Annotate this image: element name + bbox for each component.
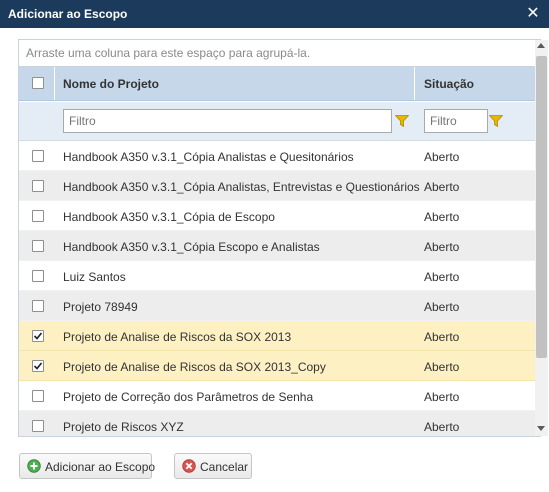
funnel-icon[interactable]	[489, 115, 503, 127]
status-cell: Aberto	[424, 300, 460, 314]
table-row[interactable]: Handbook A350 v.3.1_Cópia de Escopo Aber…	[19, 201, 538, 231]
status-cell: Aberto	[424, 390, 460, 404]
status-cell: Aberto	[424, 240, 460, 254]
project-name-cell: Projeto de Riscos XYZ	[63, 420, 184, 434]
dialog-title: Adicionar ao Escopo	[8, 7, 128, 21]
header-checkbox-cell	[19, 67, 55, 100]
status-cell: Aberto	[424, 180, 460, 194]
project-name-filter-input[interactable]	[63, 109, 392, 133]
table-row-selected[interactable]: Projeto de Analise de Riscos da SOX 2013…	[19, 351, 538, 381]
project-name-cell: Projeto 78949	[63, 300, 138, 314]
row-checkbox[interactable]	[32, 150, 44, 162]
checkmark-icon	[33, 362, 43, 370]
table-row[interactable]: Handbook A350 v.3.1_Cópia Analistas, Ent…	[19, 171, 538, 201]
project-name-cell: Luiz Santos	[63, 270, 126, 284]
table-row-selected[interactable]: Projeto de Analise de Riscos da SOX 2013…	[19, 321, 538, 351]
row-checkbox[interactable]	[32, 240, 44, 252]
status-cell: Aberto	[424, 270, 460, 284]
grid-header: Nome do Projeto Situação	[19, 67, 538, 101]
cancel-label: Cancelar	[200, 460, 249, 474]
column-header-status[interactable]: Situação	[416, 67, 538, 100]
close-icon[interactable]: ✕	[525, 4, 541, 22]
add-to-scope-label: Adicionar ao Escopo	[45, 460, 156, 474]
dialog-titlebar: Adicionar ao Escopo ✕	[0, 0, 549, 28]
row-checkbox[interactable]	[32, 210, 44, 222]
status-cell: Aberto	[424, 330, 460, 344]
vertical-scrollbar[interactable]	[535, 40, 548, 436]
table-row[interactable]: Luiz Santos Aberto	[19, 261, 538, 291]
column-header-project-name[interactable]: Nome do Projeto	[55, 67, 415, 100]
project-name-cell: Handbook A350 v.3.1_Cópia Analistas e Qu…	[63, 150, 354, 164]
funnel-icon[interactable]	[395, 115, 409, 127]
filter-row	[19, 102, 538, 141]
group-panel-hint: Arraste uma coluna para este espaço para…	[26, 46, 311, 60]
row-checkbox-checked[interactable]	[32, 360, 44, 372]
row-checkbox[interactable]	[32, 390, 44, 402]
group-panel[interactable]: Arraste uma coluna para este espaço para…	[19, 40, 538, 67]
status-cell: Aberto	[424, 150, 460, 164]
scroll-down-arrow-icon[interactable]	[537, 426, 545, 431]
status-filter-input[interactable]	[424, 109, 488, 133]
row-checkbox[interactable]	[32, 300, 44, 312]
project-name-cell: Handbook A350 v.3.1_Cópia Analistas, Ent…	[63, 180, 420, 194]
grid-rows: Handbook A350 v.3.1_Cópia Analistas e Qu…	[19, 141, 538, 436]
x-circle-icon	[182, 459, 196, 473]
plus-circle-icon	[27, 459, 41, 473]
column-header-status-label: Situação	[424, 77, 475, 91]
project-name-cell: Handbook A350 v.3.1_Cópia Escopo e Anali…	[63, 240, 320, 254]
status-cell: Aberto	[424, 210, 460, 224]
row-checkbox[interactable]	[32, 420, 44, 432]
status-cell: Aberto	[424, 360, 460, 374]
column-header-project-name-label: Nome do Projeto	[63, 77, 160, 91]
scroll-up-arrow-icon[interactable]	[537, 43, 545, 48]
table-row[interactable]: Handbook A350 v.3.1_Cópia Analistas e Qu…	[19, 141, 538, 171]
checkmark-icon	[33, 332, 43, 340]
table-row[interactable]: Projeto de Correção dos Parâmetros de Se…	[19, 381, 538, 411]
project-name-cell: Projeto de Analise de Riscos da SOX 2013	[63, 330, 292, 344]
table-row[interactable]: Projeto 78949 Aberto	[19, 291, 538, 321]
project-name-cell: Handbook A350 v.3.1_Cópia de Escopo	[63, 210, 275, 224]
table-row[interactable]: Projeto de Riscos XYZ Aberto	[19, 411, 538, 436]
row-checkbox[interactable]	[32, 180, 44, 192]
table-row[interactable]: Handbook A350 v.3.1_Cópia Escopo e Anali…	[19, 231, 538, 261]
projects-grid: Arraste uma coluna para este espaço para…	[18, 39, 541, 437]
cancel-button[interactable]: Cancelar	[174, 453, 252, 479]
select-all-checkbox[interactable]	[32, 77, 44, 89]
status-cell: Aberto	[424, 420, 460, 434]
row-checkbox-checked[interactable]	[32, 330, 44, 342]
row-checkbox[interactable]	[32, 270, 44, 282]
project-name-cell: Projeto de Analise de Riscos da SOX 2013…	[63, 360, 326, 374]
scrollbar-thumb[interactable]	[536, 56, 547, 358]
add-to-scope-button[interactable]: Adicionar ao Escopo	[19, 453, 156, 479]
project-name-cell: Projeto de Correção dos Parâmetros de Se…	[63, 390, 314, 404]
